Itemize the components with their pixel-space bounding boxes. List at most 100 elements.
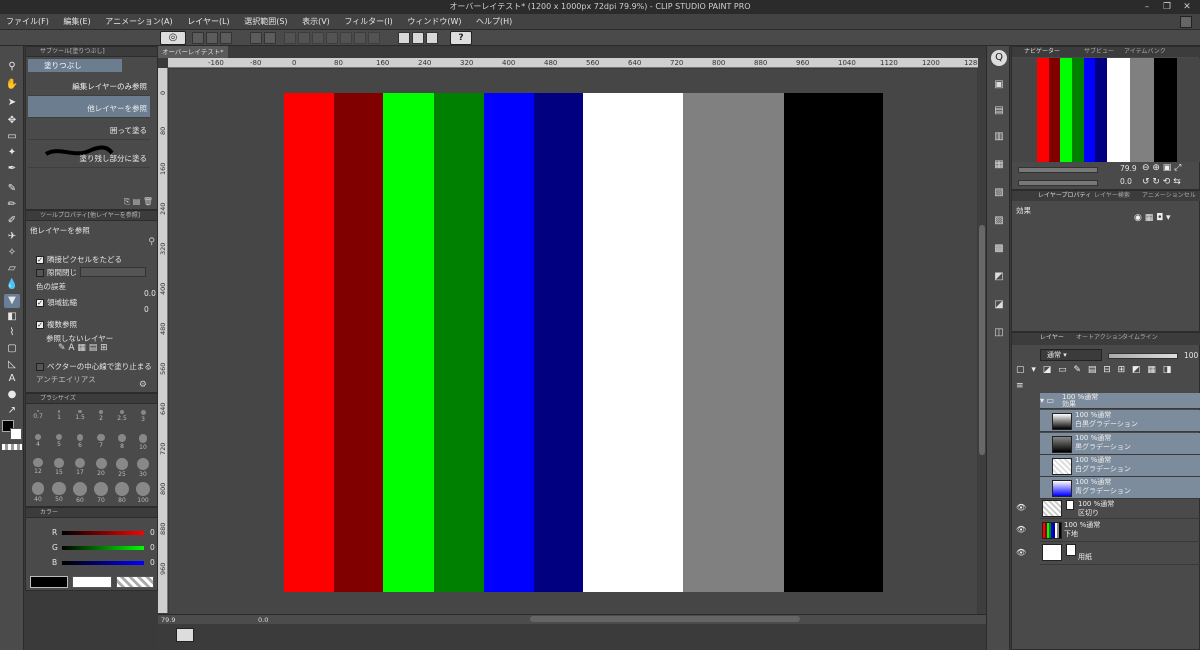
sub-color-chip[interactable] bbox=[72, 576, 112, 588]
red-slider[interactable] bbox=[62, 531, 144, 535]
layer-row[interactable] bbox=[1040, 543, 1200, 565]
zoom-icon[interactable]: ⚲ bbox=[4, 60, 20, 74]
airbrush-icon[interactable]: ✈ bbox=[4, 230, 20, 244]
brush-size-cell[interactable]: 7 bbox=[91, 432, 111, 454]
visibility-eye-icon[interactable]: 👁 bbox=[1016, 503, 1026, 512]
brush-size-cell[interactable]: 10 bbox=[133, 432, 153, 454]
layer-mask-icon[interactable]: ▥ bbox=[990, 128, 1008, 146]
navigator-preview-area[interactable] bbox=[1012, 58, 1200, 162]
canvas-viewport[interactable] bbox=[169, 69, 977, 615]
transparent-swatch[interactable] bbox=[2, 444, 22, 450]
move-icon[interactable] bbox=[298, 32, 310, 44]
eraser-icon[interactable]: ▱ bbox=[4, 262, 20, 276]
document-tab[interactable]: オーバーレイテスト* bbox=[158, 46, 228, 58]
close-button[interactable]: ✕ bbox=[1178, 0, 1196, 14]
layer-toolbar-icons[interactable]: ▢ ▾ ◪ ▭ ✎ ▤ ⊟ ⊞ ◩ ▦ ◨ bbox=[1016, 365, 1173, 375]
clip-studio-icon[interactable]: ◎ bbox=[160, 31, 186, 45]
toolprop-settings-icon[interactable]: ⚙ bbox=[139, 380, 147, 390]
opacity-value[interactable]: 100 bbox=[1184, 351, 1198, 360]
brush-size-cell[interactable]: 70 bbox=[91, 480, 111, 504]
layer-ref-icon[interactable]: ▧ bbox=[990, 184, 1008, 202]
gradient-icon[interactable]: ◧ bbox=[4, 310, 20, 324]
brush-size-cell[interactable]: 0.7 bbox=[28, 408, 48, 430]
correct-line-icon[interactable]: ↗ bbox=[4, 404, 20, 418]
brush-size-cell[interactable]: 100 bbox=[133, 480, 153, 504]
layer-lock-icon[interactable]: ▩ bbox=[990, 240, 1008, 258]
transparent-color-chip[interactable] bbox=[116, 576, 154, 588]
tab-animation-cel[interactable]: アニメーションセル bbox=[1142, 191, 1196, 201]
pen-icon[interactable]: ✎ bbox=[4, 182, 20, 196]
visibility-eye-icon[interactable]: 👁 bbox=[1016, 525, 1026, 534]
subtool-group-tab[interactable]: 塗りつぶし bbox=[28, 59, 122, 72]
help-icon[interactable]: ? bbox=[450, 31, 472, 45]
deselect-icon[interactable] bbox=[312, 32, 324, 44]
brush-size-cell[interactable]: 2 bbox=[91, 408, 111, 430]
brush-size-cell[interactable]: 25 bbox=[112, 456, 132, 478]
brush-size-cell[interactable]: 20 bbox=[91, 456, 111, 478]
eyedropper-icon[interactable]: ✒ bbox=[4, 162, 20, 176]
auto-select-icon[interactable]: ✦ bbox=[4, 146, 20, 160]
brush-size-cell[interactable]: 3 bbox=[133, 408, 153, 430]
layout-icon[interactable] bbox=[176, 628, 194, 642]
brush-size-cell[interactable]: 30 bbox=[133, 456, 153, 478]
brush-size-cell[interactable]: 17 bbox=[70, 456, 90, 478]
tab-navigator[interactable]: ナビゲーター bbox=[1024, 47, 1060, 57]
subtool-item-selected[interactable]: 他レイヤーを参照 bbox=[28, 96, 150, 118]
brush-size-cell[interactable]: 6 bbox=[70, 432, 90, 454]
blue-value[interactable]: 0 bbox=[150, 558, 155, 567]
search-icon[interactable]: ⚲ bbox=[148, 237, 155, 247]
brush-size-cell[interactable]: 1.5 bbox=[70, 408, 90, 430]
layer-opacity-icon[interactable]: ▤ bbox=[990, 102, 1008, 120]
tab-subview[interactable]: サブビュー bbox=[1084, 47, 1114, 57]
layer-row[interactable] bbox=[1040, 499, 1200, 519]
close-gap-selector[interactable] bbox=[80, 267, 146, 277]
frame-icon[interactable]: ▢ bbox=[4, 342, 20, 356]
menu-file[interactable]: ファイル(F) bbox=[0, 14, 55, 30]
brush-size-cell[interactable]: 5 bbox=[49, 432, 69, 454]
green-slider[interactable] bbox=[62, 546, 144, 550]
menu-filter[interactable]: フィルター(I) bbox=[338, 14, 398, 30]
blue-slider[interactable] bbox=[62, 561, 144, 565]
decoration-icon[interactable]: ✧ bbox=[4, 246, 20, 260]
main-color-chip[interactable] bbox=[30, 576, 68, 588]
subtool-item[interactable]: 塗り残し部分に塗る bbox=[28, 140, 150, 168]
navigator-angle-value[interactable]: 0.0 bbox=[1120, 177, 1132, 186]
brush-size-cell[interactable]: 2.5 bbox=[112, 408, 132, 430]
pencil-icon[interactable]: ✏ bbox=[4, 198, 20, 212]
layer-list-toggle-icon[interactable]: ≡ bbox=[1016, 381, 1024, 391]
navigator-rotate-buttons[interactable]: ↺ ↻ ⟲ ⇆ bbox=[1142, 177, 1181, 187]
navigator-zoom-value[interactable]: 79.9 bbox=[1120, 164, 1137, 173]
blend-icon[interactable]: 💧 bbox=[4, 278, 20, 292]
layer-new-icon[interactable]: ◩ bbox=[990, 268, 1008, 286]
ref-layer-icons[interactable]: ✎ A ▦ ▤ ⊞ bbox=[58, 343, 148, 357]
tab-layer-property[interactable]: レイヤープロパティ bbox=[1038, 191, 1091, 201]
layer-merge-icon[interactable]: ◫ bbox=[990, 324, 1008, 342]
menu-view[interactable]: 表示(V) bbox=[296, 14, 336, 30]
layer-color-icon[interactable]: ▣ bbox=[990, 76, 1008, 94]
red-value[interactable]: 0 bbox=[150, 528, 155, 537]
redo-icon[interactable] bbox=[264, 32, 276, 44]
search-icon[interactable]: Q bbox=[991, 50, 1007, 66]
brush-size-cell[interactable]: 50 bbox=[49, 480, 69, 503]
layer-clip-icon[interactable]: ▦ bbox=[990, 156, 1008, 174]
vertical-scroll-thumb[interactable] bbox=[979, 225, 985, 455]
menu-right-icon[interactable] bbox=[1180, 16, 1192, 28]
undo-icon[interactable] bbox=[250, 32, 262, 44]
balloon-icon[interactable]: ● bbox=[4, 388, 20, 402]
tab-layer[interactable]: レイヤー bbox=[1040, 333, 1064, 343]
color-margin-value[interactable]: 0.0 bbox=[144, 289, 156, 298]
close-gap-option[interactable]: 隙間閉じ bbox=[36, 267, 77, 278]
brush-size-cell[interactable]: 8 bbox=[112, 432, 132, 454]
expand-value[interactable]: 0 bbox=[144, 305, 149, 314]
invert-icon[interactable] bbox=[326, 32, 338, 44]
snap-special-icon[interactable] bbox=[426, 32, 438, 44]
folder-expand-icon[interactable]: ▾ ▭ bbox=[1040, 396, 1054, 405]
green-value[interactable]: 0 bbox=[150, 543, 155, 552]
multi-ref-option[interactable]: ✓ 複数参照 bbox=[36, 319, 77, 330]
brush-size-cell[interactable]: 1 bbox=[49, 408, 69, 430]
fill-tool-icon[interactable]: ▼ bbox=[4, 294, 20, 308]
navigator-zoom-slider[interactable] bbox=[1018, 167, 1098, 173]
tab-auto-action[interactable]: オートアクション bbox=[1076, 333, 1124, 343]
horizontal-scrollbar[interactable] bbox=[530, 616, 800, 622]
brush-size-cell[interactable]: 15 bbox=[49, 456, 69, 478]
